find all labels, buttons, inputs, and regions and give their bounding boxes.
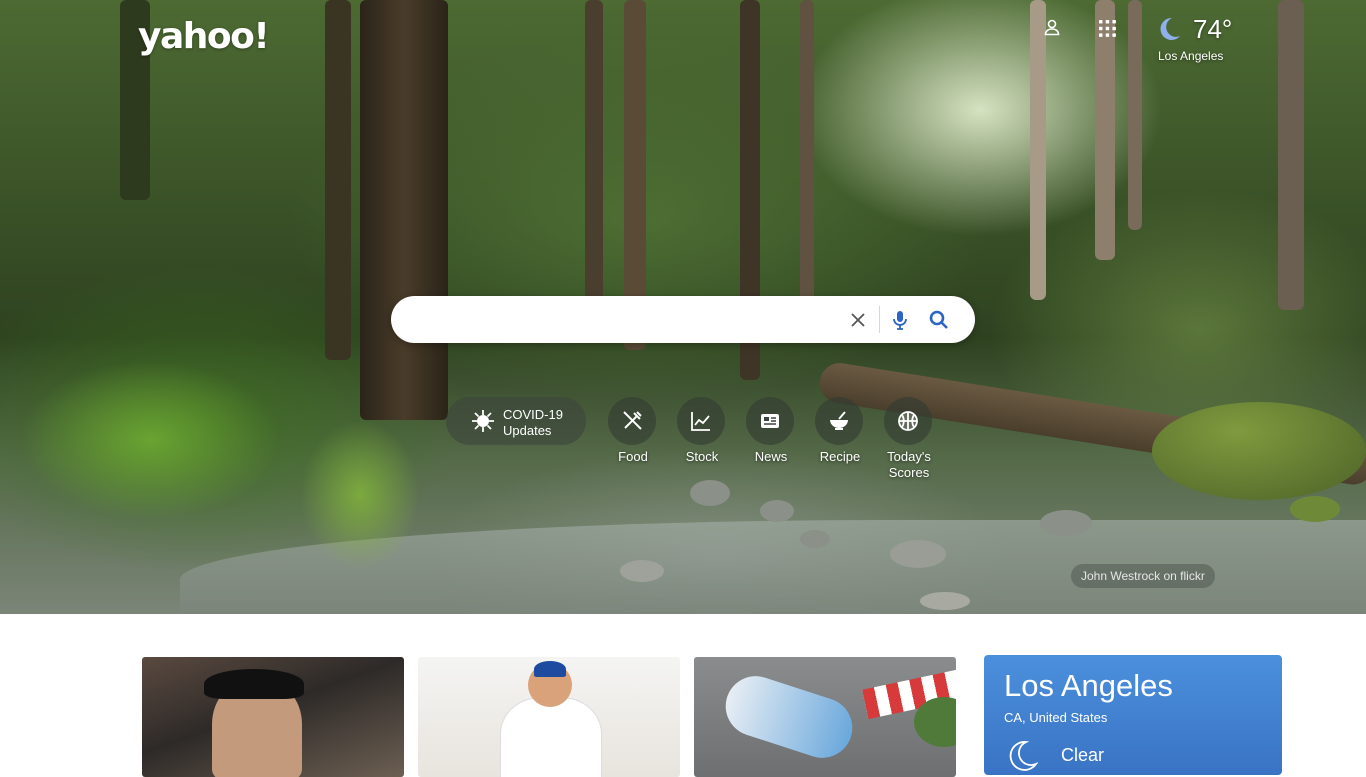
shortcut-covid-updates[interactable]: COVID-19 Updates <box>446 397 586 445</box>
weather-widget[interactable]: 74° Los Angeles <box>1152 12 1242 66</box>
moon-icon <box>1009 741 1038 771</box>
mossy-boulder <box>1152 402 1366 500</box>
news-card-3[interactable] <box>694 657 956 777</box>
covid-label-line1: COVID-19 <box>503 407 563 422</box>
newspaper-icon <box>761 414 779 428</box>
tree-trunk <box>800 0 814 300</box>
search-icon[interactable] <box>927 308 951 332</box>
shortcut-recipe-label[interactable]: Recipe <box>805 449 875 465</box>
fern-foliage <box>300 420 420 570</box>
river-rock <box>800 530 830 548</box>
moon-icon <box>1160 17 1180 40</box>
basketball-icon <box>898 411 918 431</box>
search-bar <box>391 296 975 343</box>
photo-credit[interactable]: John Westrock on flickr <box>1071 564 1215 588</box>
river-rock <box>620 560 664 582</box>
news-card-1[interactable] <box>142 657 404 777</box>
weather-card-region: CA, United States <box>1004 710 1108 725</box>
shortcut-food-label[interactable]: Food <box>598 449 668 465</box>
tree-trunk <box>325 0 351 360</box>
shortcut-food[interactable] <box>608 397 656 445</box>
weather-card[interactable]: Los Angeles CA, United States Clear <box>984 655 1282 775</box>
shortcut-stock-label[interactable]: Stock <box>667 449 737 465</box>
shortcut-news-label[interactable]: News <box>736 449 806 465</box>
chart-icon <box>691 412 710 431</box>
scores-label-line2: Scores <box>888 465 930 480</box>
weather-card-city: Los Angeles <box>1004 668 1173 703</box>
news-image-cap <box>204 669 304 699</box>
search-input[interactable] <box>411 304 845 336</box>
yahoo-logo[interactable]: yahoo! <box>138 16 270 57</box>
river-rock <box>1290 496 1340 522</box>
weather-temperature: 74° <box>1193 14 1233 44</box>
tree-trunk <box>1128 0 1142 230</box>
fern-foliage <box>20 360 280 520</box>
bowl-icon <box>830 411 848 430</box>
news-image-jersey <box>500 697 602 777</box>
river-rock <box>690 480 730 506</box>
virus-icon <box>472 410 494 432</box>
shortcut-recipe[interactable] <box>815 397 863 445</box>
tree-trunk <box>1278 0 1304 310</box>
shortcut-todays-scores-label[interactable]: Today's Scores <box>874 449 944 481</box>
river-rock <box>890 540 946 568</box>
tree-trunk <box>360 0 448 420</box>
tree-trunk <box>585 0 603 330</box>
shortcut-todays-scores[interactable] <box>884 397 932 445</box>
shortcut-stock[interactable] <box>677 397 725 445</box>
close-icon[interactable] <box>846 308 870 332</box>
fork-knife-icon <box>623 411 642 430</box>
news-image-helmet <box>534 661 566 677</box>
river-rock <box>760 500 794 522</box>
news-card-2[interactable] <box>418 657 680 777</box>
news-image-race-car <box>717 668 861 766</box>
river-rock <box>1040 510 1092 536</box>
scores-label-line1: Today's <box>887 449 931 464</box>
weather-city: Los Angeles <box>1158 49 1224 63</box>
search-divider <box>879 306 880 333</box>
covid-label: COVID-19 Updates <box>503 407 563 439</box>
grid-icon[interactable] <box>1099 20 1116 42</box>
user-icon[interactable] <box>1043 18 1061 41</box>
river-rock <box>920 592 970 610</box>
covid-label-line2: Updates <box>503 423 552 438</box>
weather-card-condition: Clear <box>1061 745 1105 765</box>
shortcut-news[interactable] <box>746 397 794 445</box>
hero-background: yahoo! 74° Los Angeles COVID-19 Updates … <box>0 0 1366 614</box>
microphone-icon[interactable] <box>888 308 912 332</box>
tree-trunk <box>1030 0 1046 300</box>
